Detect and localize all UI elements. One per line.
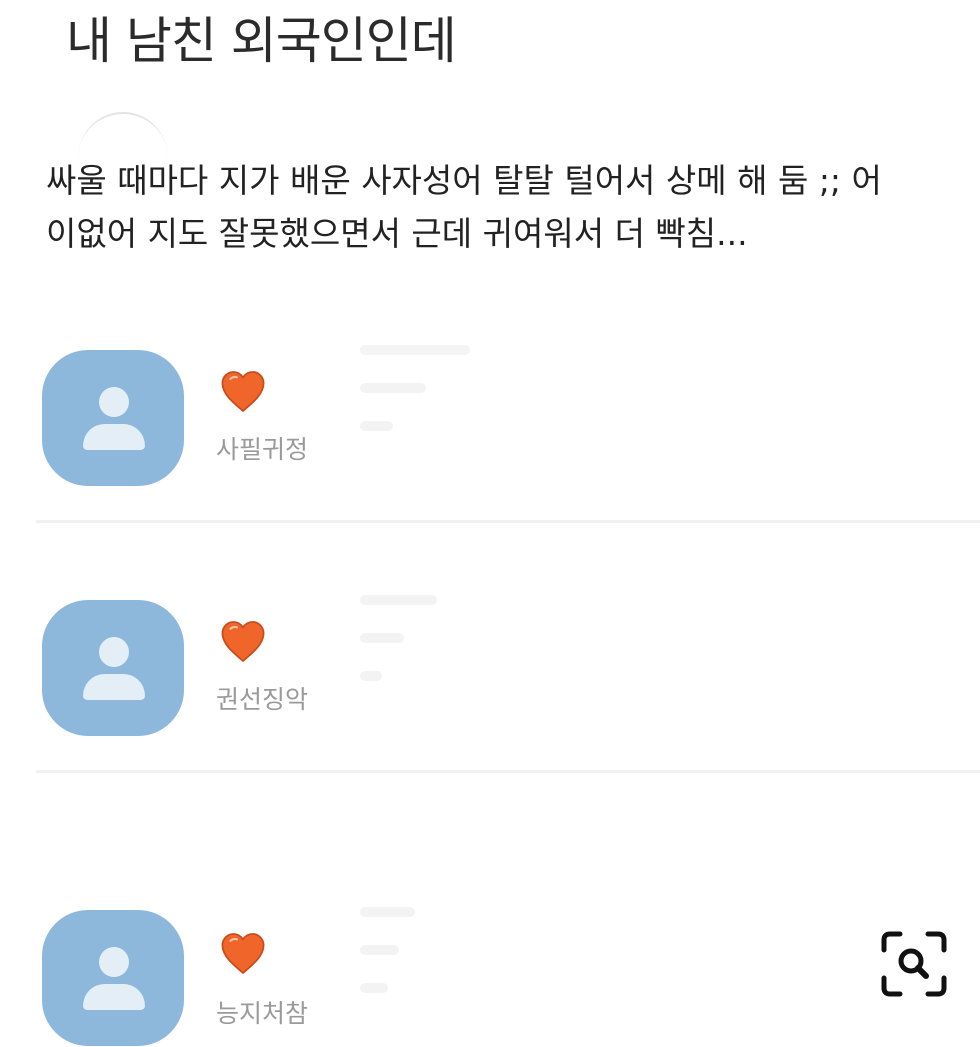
screenshot-page: 내 남친 외국인인데 싸울 때마다 지가 배운 사자성어 탈탈 털어서 상메 해… (0, 0, 980, 1047)
avatar-shoulders (83, 674, 145, 700)
orange-heart-icon (221, 621, 265, 663)
post-title: 내 남친 외국인인데 (66, 12, 457, 70)
comment-divider (36, 770, 980, 773)
post-body: 싸울 때마다 지가 배운 사자성어 탈탈 털어서 상메 해 둠 ;; 어 이없어… (46, 154, 980, 260)
comment-row[interactable]: 권선징악 (0, 590, 980, 770)
post-body-line-1: 싸울 때마다 지가 배운 사자성어 탈탈 털어서 상메 해 둠 ;; 어 (46, 161, 882, 200)
default-user-icon[interactable] (42, 600, 184, 736)
default-user-icon[interactable] (42, 350, 184, 486)
avatar-head (99, 387, 129, 417)
faded-background-text (360, 907, 470, 1027)
avatar-shoulders (83, 424, 145, 450)
avatar-head (99, 947, 129, 977)
comment-divider (36, 520, 980, 523)
orange-heart-icon (221, 933, 265, 975)
default-user-icon[interactable] (42, 910, 184, 1046)
faded-avatar-outline (78, 112, 168, 158)
avatar-shoulders (83, 984, 145, 1010)
faded-background-text (360, 345, 470, 465)
comment-row[interactable]: 능지처참 (0, 902, 980, 1047)
comment-nickname: 권선징악 (216, 685, 309, 714)
post-body-line-2: 이없어 지도 잘못했으면서 근데 귀여워서 더 빡침... (46, 214, 748, 253)
faded-background-text (360, 595, 470, 715)
orange-heart-icon (221, 371, 265, 413)
comment-nickname: 사필귀정 (216, 435, 309, 464)
comment-row[interactable]: 사필귀정 (0, 340, 980, 520)
comment-nickname: 능지처참 (216, 999, 309, 1028)
avatar-head (99, 637, 129, 667)
search-icon[interactable] (880, 930, 948, 998)
